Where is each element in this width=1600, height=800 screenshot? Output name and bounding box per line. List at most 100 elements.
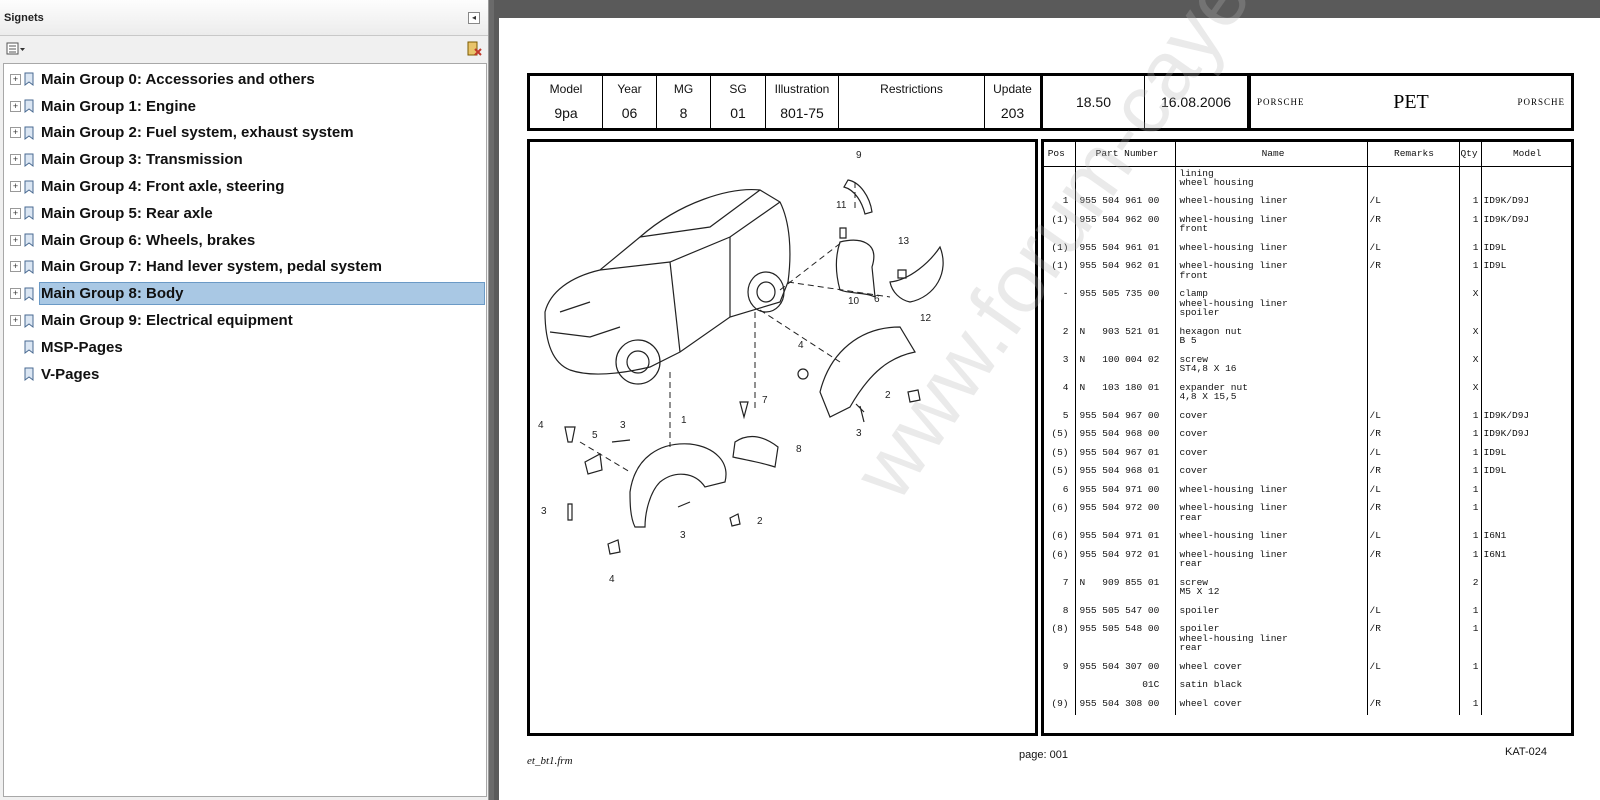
expand-toggle-icon[interactable]: + [10, 127, 21, 139]
cell-qty: 1 [1459, 445, 1482, 464]
expand-toggle-icon[interactable]: + [10, 288, 21, 300]
cell-rem: /L [1367, 603, 1460, 622]
column-header-part-number: Part Number [1075, 142, 1176, 167]
bookmark-item[interactable]: V-Pages [4, 361, 486, 388]
cell-qty: X [1459, 324, 1482, 353]
table-row: 8 955 505 547 00 spoiler/L 1 [1044, 603, 1571, 622]
cell-pn: 955 504 961 01 [1075, 240, 1176, 259]
bookmark-item[interactable]: + Main Group 8: Body [4, 280, 486, 307]
header-model: Model 9pa [530, 76, 603, 128]
cell-name: lining wheel housing [1175, 166, 1368, 194]
callout-label: 5 [592, 430, 598, 441]
document-view[interactable]: Model 9pa Year 06 MG 8 SG 01 Illustratio… [494, 0, 1600, 800]
cell-model: ID9L [1483, 446, 1507, 458]
cell-rem [1367, 575, 1460, 604]
cell-model: ID9K/D9J [1483, 409, 1530, 421]
cell-qty: 1 [1459, 194, 1482, 213]
table-row: (6) 955 504 972 00 wheel-housing liner rea… [1044, 501, 1571, 529]
cell-qty: 1 [1459, 464, 1482, 483]
bookmark-icon [24, 99, 34, 114]
cell-qty: 1 [1459, 501, 1482, 529]
cell-rem: /R [1367, 622, 1460, 660]
expand-toggle-icon[interactable]: + [10, 73, 21, 85]
cell-pn: 955 504 972 01 [1075, 547, 1176, 576]
cell-pn: 955 504 961 00 [1075, 194, 1176, 213]
bookmark-item[interactable]: + Main Group 7: Hand lever system, pedal … [4, 254, 486, 281]
parts-table: Pos Part Number Name Remarks Qty Model l… [1044, 142, 1571, 715]
cell-rem: /L [1367, 240, 1460, 259]
cell-pn: 955 504 308 00 [1075, 696, 1176, 715]
bookmark-label: MSP-Pages [41, 338, 123, 356]
cell-rem [1367, 287, 1460, 325]
table-row: lining wheel housing [1044, 166, 1571, 194]
options-menu-icon[interactable] [6, 42, 26, 59]
expand-toggle-icon[interactable]: + [10, 100, 21, 112]
column-header-pos: Pos [1044, 142, 1076, 167]
cell-name: satin black [1175, 678, 1368, 697]
callout-label: 10 [848, 296, 860, 307]
cell-pn: 955 504 962 00 [1075, 212, 1176, 241]
bookmark-tree: + Main Group 0: Accessories and others + Ma… [3, 63, 487, 797]
cell-pos: (1) [1044, 212, 1076, 241]
bookmark-label: Main Group 4: Front axle, steering [41, 178, 285, 196]
bookmark-icon [24, 314, 34, 328]
expand-toggle-icon[interactable]: + [10, 207, 21, 219]
delete-bookmark-icon[interactable] [466, 41, 482, 60]
document-page: Model 9pa Year 06 MG 8 SG 01 Illustratio… [499, 18, 1600, 800]
cell-qty: 1 [1459, 259, 1482, 287]
column-header-remarks: Remarks [1367, 142, 1460, 167]
cell-qty: 1 [1459, 696, 1482, 715]
bookmark-icon [24, 126, 34, 140]
bookmark-item[interactable]: + Main Group 2: Fuel system, exhaust syst… [4, 120, 486, 147]
expand-toggle-icon[interactable]: + [10, 261, 21, 273]
cell-pos: (6) [1044, 529, 1076, 548]
expand-toggle-icon[interactable]: + [10, 154, 21, 166]
cell-model [1481, 483, 1571, 502]
cell-model [1481, 576, 1571, 604]
bookmark-label: Main Group 6: Wheels, brakes [41, 231, 256, 249]
bookmark-item[interactable]: + Main Group 5: Rear axle [4, 200, 486, 227]
bookmark-item[interactable]: + Main Group 4: Front axle, steering [4, 173, 486, 200]
cell-name: wheel-housing liner front [1175, 259, 1368, 287]
cell-rem [1367, 380, 1460, 409]
bookmark-item[interactable]: + Main Group 9: Electrical equipment [4, 307, 486, 334]
cell-pn: 955 504 968 00 [1075, 427, 1176, 446]
header-time: 18.50 [1043, 76, 1145, 128]
expand-toggle-icon[interactable]: + [10, 181, 21, 193]
table-row: (5) 955 504 967 01 cover/L 1 ID9L [1044, 445, 1571, 464]
bookmark-label: V-Pages [41, 365, 100, 383]
header-sg: SG 01 [711, 76, 766, 128]
header-update: Update 203 [993, 82, 1032, 121]
exploded-view-drawing [544, 179, 944, 555]
bookmark-item[interactable]: + Main Group 3: Transmission [4, 146, 486, 173]
cell-pos: (6) [1044, 501, 1076, 529]
porsche-logo-left: PORSCHE [1257, 97, 1305, 107]
cell-name: wheel cover [1175, 659, 1368, 678]
cell-qty: 1 [1459, 659, 1482, 678]
bookmark-item[interactable]: MSP-Pages [4, 334, 486, 361]
callout-label: 3 [856, 428, 862, 439]
callout-label: 6 [874, 294, 880, 305]
bookmark-icon [24, 260, 34, 274]
cell-name: expander nut 4,8 X 15,5 [1175, 380, 1368, 409]
bookmark-item[interactable]: + Main Group 0: Accessories and others [4, 66, 486, 93]
collapse-panel-button[interactable]: ◂ [468, 11, 480, 24]
expand-toggle-icon[interactable]: + [10, 315, 21, 327]
cell-pos: 6 [1044, 482, 1076, 501]
header-brand-block: PORSCHE PET PORSCHE [1251, 76, 1571, 128]
cell-qty: 1 [1459, 603, 1482, 622]
cell-model: ID9K/D9J [1483, 213, 1530, 225]
callout-label: 2 [757, 516, 763, 527]
cell-pn: N 103 180 01 [1075, 380, 1176, 409]
expand-toggle-icon[interactable]: + [10, 234, 21, 246]
cell-pn: 955 504 971 00 [1075, 482, 1176, 501]
footer-catalog-code: KAT-024 [1505, 746, 1547, 758]
cell-model [1481, 381, 1571, 409]
column-header-name: Name [1175, 142, 1368, 167]
panel-header: Signets ◂ [0, 0, 488, 36]
bookmark-item[interactable]: + Main Group 1: Engine [4, 93, 486, 120]
cell-model: ID9K/D9J [1483, 195, 1530, 206]
cell-name: spoiler [1175, 603, 1368, 622]
bookmark-item[interactable]: + Main Group 6: Wheels, brakes [4, 227, 486, 254]
cell-pos: 7 [1044, 575, 1076, 604]
